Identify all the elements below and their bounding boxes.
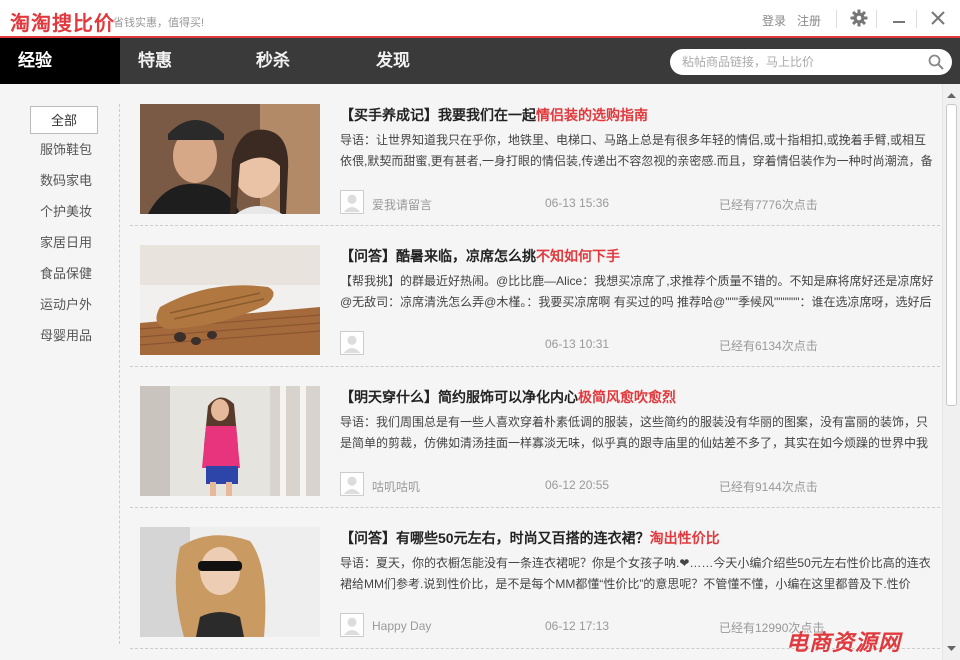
main-nav: 经验 特惠 秒杀 发现: [0, 38, 960, 84]
gear-icon: [850, 9, 868, 27]
article-item[interactable]: 【问答】酷暑来临，凉席怎么挑不知如何下手 【帮我挑】的群最近好热闹。@比比鹿—A…: [130, 225, 940, 367]
article-summary: 导语：夏天，你的衣橱怎能没有一条连衣裙呢？你是个女孩子呐.❤……今天小编介绍些5…: [340, 556, 931, 591]
article-author[interactable]: 爱我请留言: [372, 196, 432, 213]
search-box: [670, 49, 952, 75]
tab-experience[interactable]: 经验: [0, 38, 120, 84]
category-sidebar: 全部 服饰鞋包 数码家电 个护美妆 家居日用 食品保健 运动户外 母婴用品: [0, 84, 120, 660]
article-date: 06-12 20:55: [545, 478, 610, 492]
app-logo: 淘淘搜比价: [10, 13, 115, 35]
article-author[interactable]: 咕叽咕叽: [372, 478, 420, 495]
article-item[interactable]: 【买手养成记】我要我们在一起情侣装的选购指南 导语：让世界知道我只在乎你，地铁里…: [130, 84, 940, 226]
article-date: 06-12 17:13: [545, 619, 610, 633]
content-area: 全部 服饰鞋包 数码家电 个护美妆 家居日用 食品保健 运动户外 母婴用品 【买…: [0, 84, 960, 660]
category-beauty[interactable]: 个护美妆: [30, 198, 98, 226]
app-slogan: 省钱实惠，值得买!: [113, 17, 205, 29]
title-bar-divider: [876, 10, 877, 28]
article-title[interactable]: 【问答】酷暑来临，凉席怎么挑不知如何下手: [340, 246, 930, 266]
title-bar: 淘淘搜比价 省钱实惠，值得买! 登录 注册: [0, 0, 960, 38]
sidebar-divider: [119, 104, 120, 644]
search-icon[interactable]: [928, 54, 944, 70]
tab-discover[interactable]: 发现: [358, 38, 478, 84]
register-link[interactable]: 注册: [797, 12, 821, 29]
article-meta: 06-13 10:31 已经有6134次点击: [340, 331, 936, 355]
article-summary: 导语：我们周围总是有一些人喜欢穿着朴素低调的服装，这些简约的服装没有华丽的图案，…: [340, 415, 929, 450]
close-icon: [931, 11, 945, 25]
scroll-down-arrow-icon[interactable]: [943, 640, 960, 656]
minimize-icon: [893, 21, 905, 23]
article-author[interactable]: Happy Day: [372, 619, 431, 633]
article-date: 06-13 15:36: [545, 196, 610, 210]
avatar[interactable]: [340, 190, 364, 214]
login-link[interactable]: 登录: [762, 12, 786, 29]
avatar[interactable]: [340, 613, 364, 637]
article-title[interactable]: 【问答】有哪些50元左右，时尚又百搭的连衣裙？淘出性价比: [340, 528, 930, 548]
article-views: 已经有9144次点击: [719, 480, 818, 494]
settings-button[interactable]: [849, 8, 869, 28]
category-outdoor[interactable]: 运动户外: [30, 291, 98, 319]
close-button[interactable]: [928, 8, 948, 28]
tab-deals[interactable]: 特惠: [120, 38, 240, 84]
article-item[interactable]: 【明天穿什么】简约服饰可以净化内心极简风愈吹愈烈 导语：我们周围总是有一些人喜欢…: [130, 366, 940, 508]
article-title-highlight: 情侣装的选购指南: [536, 107, 648, 123]
category-food[interactable]: 食品保健: [30, 260, 98, 288]
article-title-highlight: 淘出性价比: [649, 530, 720, 546]
category-apparel[interactable]: 服饰鞋包: [30, 136, 98, 164]
article-title[interactable]: 【买手养成记】我要我们在一起情侣装的选购指南: [340, 105, 930, 125]
article-views: 已经有7776次点击: [719, 198, 818, 212]
article-thumbnail[interactable]: [140, 245, 320, 355]
article-date: 06-13 10:31: [545, 337, 610, 351]
article-summary: 导语：让世界知道我只在乎你，地铁里、电梯口、马路上总是有很多年轻的情侣,或十指相…: [340, 133, 933, 168]
category-baby[interactable]: 母婴用品: [30, 322, 98, 350]
category-electronics[interactable]: 数码家电: [30, 167, 98, 195]
category-home[interactable]: 家居日用: [30, 229, 98, 257]
article-thumbnail[interactable]: [140, 386, 320, 496]
scrollbar[interactable]: [942, 84, 960, 660]
article-list: 【买手养成记】我要我们在一起情侣装的选购指南 导语：让世界知道我只在乎你，地铁里…: [130, 84, 940, 660]
article-thumbnail[interactable]: [140, 104, 320, 214]
category-all[interactable]: 全部: [30, 106, 98, 134]
tab-flash-sale[interactable]: 秒杀: [238, 38, 358, 84]
minimize-button[interactable]: [889, 8, 909, 28]
title-bar-divider: [916, 10, 917, 28]
article-title-highlight: 极简风愈吹愈烈: [578, 389, 676, 405]
article-meta: 爱我请留言 06-13 15:36 已经有7776次点击: [340, 190, 936, 214]
article-summary: 【帮我挑】的群最近好热闹。@比比鹿—Alice：我想买凉席了,求推荐个质量不错的…: [340, 274, 934, 309]
watermark: 电商资源网: [786, 631, 902, 656]
search-input[interactable]: [682, 53, 922, 71]
avatar[interactable]: [340, 472, 364, 496]
article-views: 已经有6134次点击: [719, 339, 818, 353]
avatar[interactable]: [340, 331, 364, 355]
article-thumbnail[interactable]: [140, 527, 320, 637]
scroll-up-arrow-icon[interactable]: [943, 88, 960, 104]
article-meta: 咕叽咕叽 06-12 20:55 已经有9144次点击: [340, 472, 936, 496]
article-title-highlight: 不知如何下手: [536, 248, 620, 264]
article-title[interactable]: 【明天穿什么】简约服饰可以净化内心极简风愈吹愈烈: [340, 387, 930, 407]
scrollbar-thumb[interactable]: [946, 104, 957, 406]
title-bar-divider: [836, 10, 837, 28]
